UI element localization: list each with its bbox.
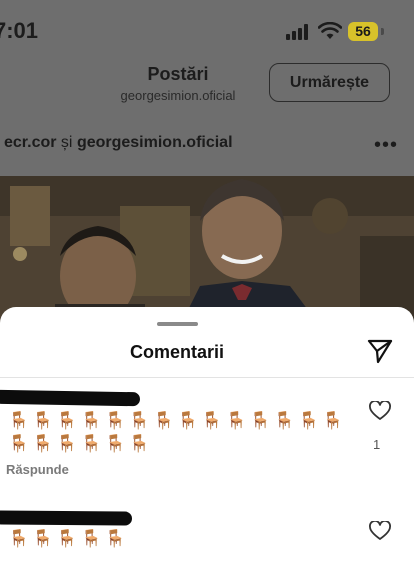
post-image[interactable] (0, 176, 414, 326)
comments-sheet: Comentarii 🪑🪑🪑🪑🪑🪑🪑🪑🪑🪑🪑🪑🪑🪑🪑🪑🪑🪑🪑🪑 Răspunde… (0, 307, 414, 567)
post-author-1[interactable]: ecr.cor (4, 134, 56, 151)
comments-title: Comentarii (129, 342, 225, 362)
redacted-username (0, 389, 141, 407)
post-author-2[interactable]: georgesimion.oficial (77, 134, 233, 151)
sheet-grabber[interactable] (157, 322, 198, 326)
more-icon[interactable]: ••• (374, 134, 398, 157)
send-icon[interactable] (366, 337, 394, 365)
sheet-divider (0, 377, 414, 378)
signal-icon (286, 24, 308, 40)
post-authors: ecr.cor și georgesimion.oficial (4, 134, 233, 152)
follow-button[interactable]: Urmărește (269, 63, 390, 102)
status-time: 7:01 (0, 18, 39, 43)
redacted-username (0, 510, 133, 526)
battery-indicator: 56 (348, 22, 378, 41)
heart-icon[interactable] (369, 401, 391, 421)
like-count: 1 (373, 437, 381, 452)
reply-button[interactable]: Răspunde (6, 462, 69, 477)
heart-icon[interactable] (369, 521, 391, 541)
wifi-icon (318, 22, 342, 39)
battery-tip (381, 28, 384, 35)
status-bar: 7:01 56 (0, 0, 414, 60)
comment-text: 🪑🪑🪑🪑🪑🪑🪑🪑🪑🪑🪑🪑🪑🪑🪑🪑🪑🪑🪑🪑 (8, 411, 347, 453)
post-author-joiner: și (56, 134, 77, 151)
comment-text: 🪑🪑🪑🪑🪑 (8, 529, 129, 548)
